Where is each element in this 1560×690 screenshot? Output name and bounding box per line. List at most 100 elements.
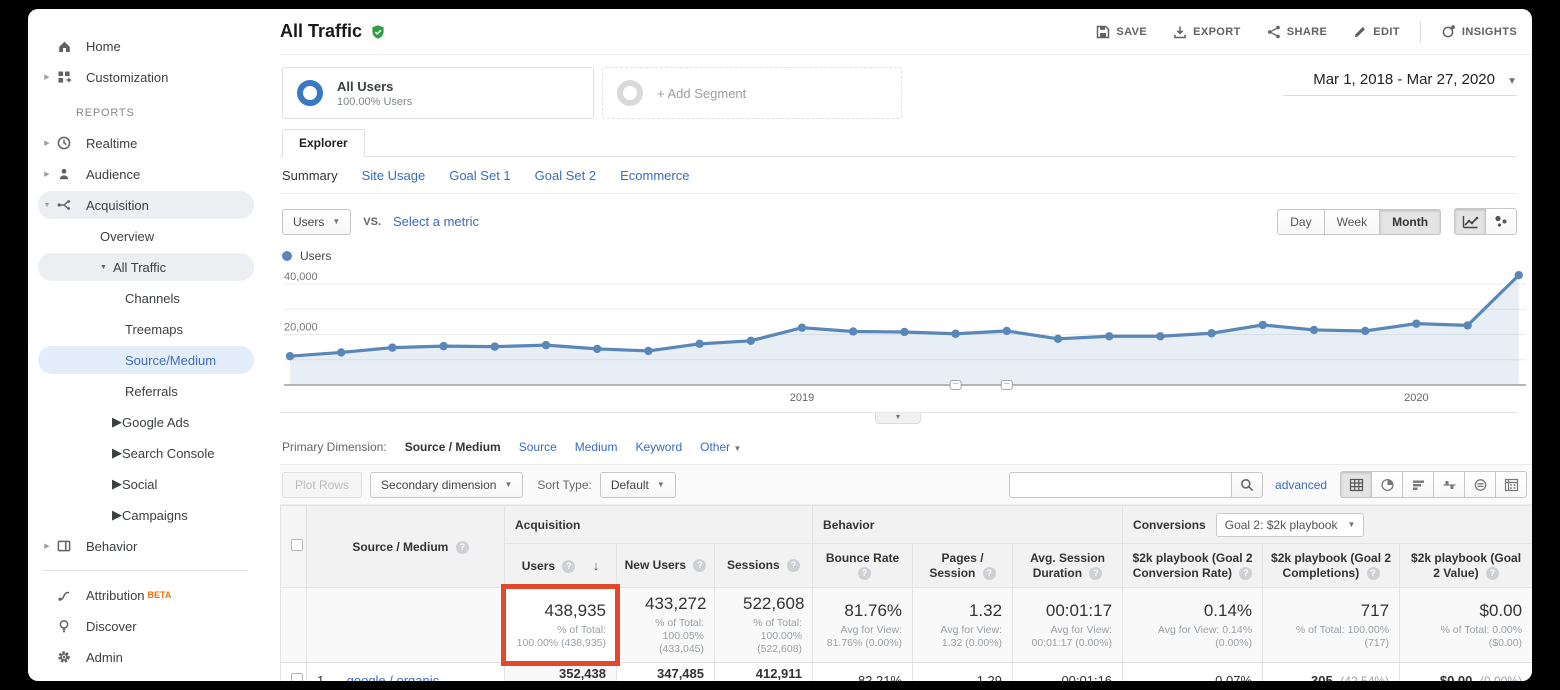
sidebar-item-search-console[interactable]: ▶ Search Console xyxy=(38,439,254,467)
column-sessions[interactable]: Sessions ? xyxy=(715,544,813,588)
save-button[interactable]: SAVE xyxy=(1096,25,1147,39)
sidebar-item-campaigns[interactable]: ▶ Campaigns xyxy=(38,501,254,529)
sidebar-item-social[interactable]: ▶ Social xyxy=(38,470,254,498)
help-icon[interactable]: ? xyxy=(787,559,800,572)
help-icon[interactable]: ? xyxy=(1239,567,1252,580)
expand-icon: ▶ xyxy=(38,73,56,81)
sidebar-item-attribution[interactable]: Attribution BETA xyxy=(38,581,254,609)
help-icon[interactable]: ? xyxy=(1486,567,1499,580)
sidebar-divider xyxy=(42,570,248,571)
column-new-users[interactable]: New Users ? xyxy=(617,544,715,588)
help-icon[interactable]: ? xyxy=(858,567,871,580)
insights-button[interactable]: INSIGHTS xyxy=(1441,24,1517,39)
sidebar-item-acquisition[interactable]: ▼ Acquisition xyxy=(38,191,254,219)
dimension-medium-link[interactable]: Medium xyxy=(575,440,618,454)
help-icon[interactable]: ? xyxy=(1367,567,1380,580)
help-icon[interactable]: ? xyxy=(562,560,575,573)
sort-type-dropdown[interactable]: Default ▼ xyxy=(600,472,676,498)
export-button[interactable]: EXPORT xyxy=(1173,25,1241,39)
sidebar-item-source-medium[interactable]: Source/Medium xyxy=(38,346,254,374)
sidebar-item-customization[interactable]: ▶ Customization xyxy=(38,63,254,91)
comparison-view-button[interactable] xyxy=(1433,471,1465,498)
term-cloud-view-button[interactable] xyxy=(1464,471,1496,498)
sidebar-item-behavior[interactable]: ▶ Behavior xyxy=(38,532,254,560)
performance-view-button[interactable] xyxy=(1402,471,1434,498)
sidebar-item-google-ads[interactable]: ▶ Google Ads xyxy=(38,408,254,436)
dimension-source-link[interactable]: Source xyxy=(519,440,557,454)
series-dot-icon xyxy=(282,251,292,261)
totals-new-users-sub: % of Total: 100.05% (433,045) xyxy=(627,617,704,656)
save-label: SAVE xyxy=(1116,26,1147,38)
subtab-ecommerce[interactable]: Ecommerce xyxy=(620,168,689,183)
column-users[interactable]: Users ? ↓ xyxy=(505,544,617,588)
add-segment-button[interactable]: + Add Segment xyxy=(602,67,902,119)
goal-rate-cell: 0.07% xyxy=(1123,663,1263,682)
sidebar-item-audience[interactable]: ▶ Audience xyxy=(38,160,254,188)
subtab-summary[interactable]: Summary xyxy=(282,168,338,183)
sidebar-item-channels[interactable]: Channels xyxy=(38,284,254,312)
line-chart-button[interactable] xyxy=(1454,208,1486,235)
secondary-dimension-dropdown[interactable]: Secondary dimension ▼ xyxy=(370,472,523,498)
sidebar-item-referrals[interactable]: Referrals xyxy=(38,377,254,405)
sidebar-item-discover[interactable]: Discover xyxy=(38,612,254,640)
subtab-site-usage[interactable]: Site Usage xyxy=(362,168,426,183)
sidebar-item-admin[interactable]: Admin xyxy=(38,643,254,671)
select-all-checkbox[interactable] xyxy=(291,539,303,551)
column-bounce-rate[interactable]: Bounce Rate ? xyxy=(813,544,913,588)
share-button[interactable]: SHARE xyxy=(1267,25,1328,39)
search-button[interactable] xyxy=(1231,472,1263,498)
sidebar-item-all-traffic[interactable]: ▼ All Traffic xyxy=(38,253,254,281)
sidebar-label: Customization xyxy=(86,70,168,85)
help-icon[interactable]: ? xyxy=(983,567,996,580)
help-icon[interactable]: ? xyxy=(456,541,469,554)
select-metric-link[interactable]: Select a metric xyxy=(393,214,479,229)
column-goal-value[interactable]: $2k playbook (Goal 2 Value) ? xyxy=(1400,544,1532,588)
row-checkbox[interactable] xyxy=(291,673,303,681)
collapse-chart-tab[interactable]: ▼ xyxy=(875,413,921,424)
column-goal-conversion-rate[interactable]: $2k playbook (Goal 2 Conversion Rate) ? xyxy=(1123,544,1263,588)
subtab-goal-set-2[interactable]: Goal Set 2 xyxy=(535,168,596,183)
goal-completions-cell: 305 (42.54%) xyxy=(1263,663,1400,682)
dimension-other-dropdown[interactable]: Other ▼ xyxy=(700,440,741,454)
column-goal-completions[interactable]: $2k playbook (Goal 2 Completions) ? xyxy=(1263,544,1400,588)
advanced-search-link[interactable]: advanced xyxy=(1275,478,1327,492)
svg-text:2020: 2020 xyxy=(1404,392,1428,404)
sidebar-item-home[interactable]: Home xyxy=(38,32,254,60)
date-range-picker[interactable]: Mar 1, 2018 - Mar 27, 2020 ▼ xyxy=(1283,71,1517,96)
sidebar-item-overview[interactable]: Overview xyxy=(38,222,254,250)
column-source-medium[interactable]: Source / Medium ? xyxy=(307,506,505,588)
edit-button[interactable]: EDIT xyxy=(1353,25,1400,39)
pages-session-value: 1.29 xyxy=(977,673,1002,681)
dimension-keyword-link[interactable]: Keyword xyxy=(635,440,682,454)
subtab-goal-set-1[interactable]: Goal Set 1 xyxy=(449,168,510,183)
percentage-view-button[interactable] xyxy=(1371,471,1403,498)
column-label: New Users xyxy=(625,558,686,572)
help-icon[interactable]: ? xyxy=(1089,567,1102,580)
goal-selector-dropdown[interactable]: Goal 2: $2k playbook ▼ xyxy=(1216,513,1365,537)
sidebar-item-treemaps[interactable]: Treemaps xyxy=(38,315,254,343)
pivot-view-button[interactable] xyxy=(1495,471,1527,498)
sidebar-label: Discover xyxy=(86,619,137,634)
source-medium-link[interactable]: google / organic xyxy=(347,673,440,681)
granularity-day-button[interactable]: Day xyxy=(1277,209,1324,235)
column-label: $2k playbook (Goal 2 Value) xyxy=(1411,551,1521,580)
granularity-month-button[interactable]: Month xyxy=(1379,209,1441,235)
search-input[interactable] xyxy=(1009,472,1231,498)
column-avg-session-duration[interactable]: Avg. Session Duration ? xyxy=(1013,544,1123,588)
help-icon[interactable]: ? xyxy=(693,559,706,572)
data-view-button[interactable] xyxy=(1340,471,1372,498)
plot-rows-button[interactable]: Plot Rows xyxy=(282,472,362,498)
granularity-week-button[interactable]: Week xyxy=(1324,209,1380,235)
totals-new-users: 433,272 xyxy=(627,594,704,614)
users-over-time-chart[interactable]: 20,00040,00020192020 xyxy=(280,267,1530,407)
motion-chart-button[interactable] xyxy=(1485,208,1517,235)
column-label: $2k playbook (Goal 2 Conversion Rate) xyxy=(1133,551,1253,580)
tab-explorer[interactable]: Explorer xyxy=(282,129,365,157)
conversions-label: Conversions xyxy=(1133,518,1206,532)
metric-dropdown[interactable]: Users ▼ xyxy=(282,209,351,235)
dimension-source-medium[interactable]: Source / Medium xyxy=(405,440,501,454)
segment-all-users[interactable]: All Users 100.00% Users xyxy=(282,67,594,119)
behavior-icon xyxy=(56,538,86,554)
column-pages-session[interactable]: Pages / Session ? xyxy=(913,544,1013,588)
sidebar-item-realtime[interactable]: ▶ Realtime xyxy=(38,129,254,157)
